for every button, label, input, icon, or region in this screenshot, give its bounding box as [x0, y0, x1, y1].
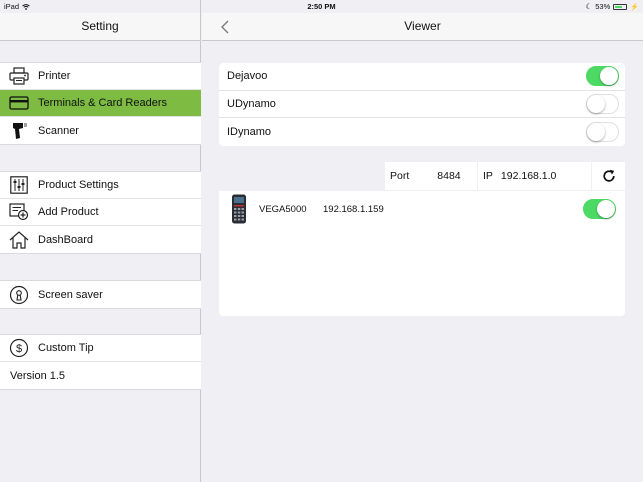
sidebar-nav-bar: Setting — [0, 13, 200, 41]
keyhole-icon — [9, 285, 29, 305]
sidebar-item-label: Product Settings — [38, 179, 119, 191]
printer-icon — [9, 66, 29, 86]
sidebar-item-product-settings[interactable]: Product Settings — [0, 172, 201, 199]
reader-label: IDynamo — [227, 125, 272, 138]
sidebar-item-terminals[interactable]: Terminals & Card Readers — [0, 90, 201, 117]
toggle-knob — [587, 122, 605, 141]
ip-field[interactable]: IP 192.168.1.0 — [478, 162, 591, 190]
sidebar-group-devices: Printer Terminals & Card Readers Scanner — [0, 62, 201, 145]
sidebar-group-products: Product Settings Add Product DashBoard — [0, 171, 201, 254]
reader-row-udynamo: UDynamo — [219, 91, 625, 118]
reader-label: UDynamo — [227, 97, 276, 110]
port-field[interactable]: Port 8484 — [385, 162, 477, 190]
sidebar-item-add-product[interactable]: Add Product — [0, 199, 201, 226]
reader-list: Dejavoo UDynamo IDynamo — [219, 63, 625, 146]
version-row: Version 1.5 — [0, 362, 201, 389]
ip-label: IP — [483, 170, 493, 182]
svg-text:$: $ — [16, 343, 22, 355]
back-button[interactable] — [218, 19, 232, 35]
moon-icon: ☾ — [585, 2, 593, 11]
idynamo-toggle[interactable] — [586, 121, 619, 142]
sidebar-group-screen: Screen saver — [0, 280, 201, 309]
sliders-icon — [9, 175, 29, 195]
home-icon — [9, 230, 29, 250]
device-name: VEGA5000 — [259, 203, 307, 215]
reader-row-idynamo: IDynamo — [219, 118, 625, 146]
chevron-left-icon — [221, 20, 229, 34]
charging-icon: ⚡ — [630, 3, 639, 11]
version-label: Version 1.5 — [10, 369, 66, 382]
main-panel: Viewer Dejavoo UDynamo IDynamo Port 8484… — [202, 0, 643, 482]
device-row: VEGA5000 192.168.1.159 — [219, 191, 625, 227]
sidebar-item-dashboard[interactable]: DashBoard — [0, 226, 201, 253]
scanner-icon — [9, 121, 29, 141]
sidebar-item-label: Scanner — [38, 124, 79, 137]
sidebar-item-scanner[interactable]: Scanner — [0, 117, 201, 144]
battery-level-fill — [615, 5, 622, 8]
device-list: VEGA5000 192.168.1.159 — [219, 191, 625, 316]
sidebar-item-custom-tip[interactable]: $ Custom Tip — [0, 335, 201, 362]
sidebar: Setting Printer Terminals & Card Readers… — [0, 0, 201, 482]
card-icon — [9, 93, 29, 113]
sidebar-item-label: Custom Tip — [38, 342, 94, 354]
reader-label: Dejavoo — [227, 70, 268, 83]
toggle-knob — [597, 200, 615, 218]
port-label: Port — [390, 170, 410, 182]
add-product-icon — [9, 202, 29, 222]
port-value: 8484 — [437, 170, 461, 182]
sidebar-title: Setting — [81, 19, 119, 33]
dejavoo-toggle[interactable] — [586, 66, 619, 87]
sidebar-item-label: Screen saver — [38, 288, 103, 301]
battery-percent: 53% — [595, 2, 611, 11]
sidebar-item-label: Printer — [38, 70, 71, 82]
toggle-knob — [600, 67, 618, 86]
sidebar-item-label: DashBoard — [38, 233, 94, 246]
device-address: 192.168.1.159 — [323, 203, 384, 215]
toggle-knob — [587, 94, 605, 113]
reader-row-dejavoo: Dejavoo — [219, 63, 625, 91]
refresh-button[interactable] — [592, 162, 625, 190]
udynamo-toggle[interactable] — [586, 93, 619, 114]
main-nav-bar: Viewer — [202, 13, 643, 41]
sidebar-group-misc: $ Custom Tip Version 1.5 — [0, 334, 201, 390]
dollar-icon: $ — [9, 338, 29, 358]
ip-value: 192.168.1.0 — [500, 170, 557, 182]
payment-terminal-icon — [232, 194, 246, 224]
sidebar-item-printer[interactable]: Printer — [0, 63, 201, 90]
device-toggle[interactable] — [583, 199, 616, 219]
status-bar: iPad 2:50 PM ☾ 53% ⚡ — [0, 0, 643, 13]
refresh-icon — [602, 169, 615, 182]
status-time: 2:50 PM — [307, 2, 336, 11]
battery-icon — [613, 3, 628, 10]
connection-bar: Port 8484 IP 192.168.1.0 — [385, 162, 625, 190]
sidebar-item-label: Add Product — [38, 206, 99, 218]
sidebar-item-screen-saver[interactable]: Screen saver — [0, 281, 201, 308]
main-title: Viewer — [404, 19, 441, 33]
sidebar-item-label: Terminals & Card Readers — [38, 97, 167, 109]
